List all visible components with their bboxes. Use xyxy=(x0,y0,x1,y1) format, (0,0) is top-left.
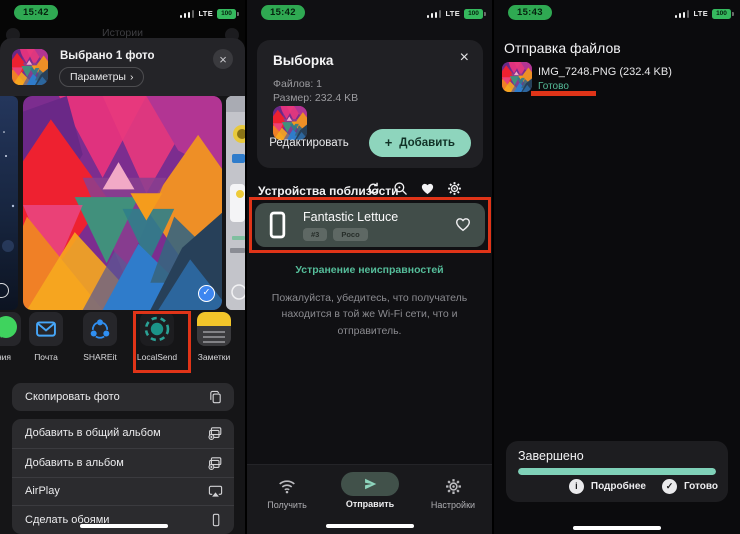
notes-icon xyxy=(197,312,231,346)
selected-photo-thumbnail xyxy=(12,49,48,85)
photo-carousel: ✓ xyxy=(0,96,245,310)
chevron-right-icon: › xyxy=(130,71,134,83)
home-indicator[interactable] xyxy=(80,524,168,528)
messages-icon xyxy=(0,312,21,346)
airplay-icon xyxy=(208,484,223,499)
signal-icon xyxy=(675,10,690,18)
status-bar: 15:42 LTE 100 xyxy=(247,4,492,22)
wifi-hint-text: Пожалуйста, убедитесь, что получатель на… xyxy=(264,290,475,339)
adjacent-photo-left[interactable] xyxy=(0,96,18,310)
photo-selected-check-icon: ✓ xyxy=(198,285,215,302)
annotation-box-localsend xyxy=(133,311,191,373)
status-time: 15:43 xyxy=(508,5,552,20)
progress-bar xyxy=(518,468,716,475)
album-add-icon xyxy=(207,455,223,471)
action-add-shared-album[interactable]: Добавить в общий альбом xyxy=(12,419,234,448)
tab-receive[interactable]: Получить xyxy=(247,465,327,510)
gear-icon xyxy=(413,475,493,497)
troubleshoot-link[interactable]: Устранение неисправностей xyxy=(247,264,492,276)
done-button[interactable]: ✓ Готово xyxy=(662,479,718,494)
info-icon: i xyxy=(569,479,584,494)
scan-address-icon[interactable] xyxy=(393,181,408,196)
app-messages[interactable]: ния xyxy=(0,312,21,346)
action-copy-photo[interactable]: Скопировать фото xyxy=(12,383,234,411)
files-count: Файлов: 1 xyxy=(273,78,322,90)
mail-icon xyxy=(29,312,63,346)
action-set-wallpaper[interactable]: Сделать обоями xyxy=(12,505,234,534)
app-notes[interactable]: Заметки xyxy=(197,312,231,346)
selection-title: Выборка xyxy=(273,53,333,68)
close-icon[interactable]: × xyxy=(460,49,469,67)
wallpaper-phone-icon xyxy=(209,513,223,528)
panel-share-sheet: 15:42 LTE 100 Истории Выбрано 1 фото Пар… xyxy=(0,0,246,534)
wifi-icon xyxy=(247,475,327,497)
favorites-heart-icon[interactable] xyxy=(420,181,435,196)
share-apps-row: ния Почта xyxy=(0,312,245,374)
status-time: 15:42 xyxy=(14,5,58,20)
share-sheet-header: Выбрано 1 фото Параметры › × xyxy=(0,38,245,96)
selection-card: Выборка × Файлов: 1 Размер: 232.4 KB Ред… xyxy=(257,40,483,168)
close-icon[interactable]: × xyxy=(213,49,233,69)
progress-fill xyxy=(518,468,716,475)
annotation-underline xyxy=(531,91,596,96)
action-add-album[interactable]: Добавить в альбом xyxy=(12,448,234,477)
edit-button[interactable]: Редактировать xyxy=(269,137,348,149)
tab-settings[interactable]: Настройки xyxy=(413,465,493,510)
status-bar: 15:43 LTE 100 xyxy=(494,4,740,22)
check-icon: ✓ xyxy=(662,479,677,494)
battery-icon: 100 xyxy=(464,9,483,19)
battery-icon: 100 xyxy=(217,9,236,19)
share-sheet-title: Выбрано 1 фото xyxy=(60,50,155,62)
screenshot-canvas: 15:42 LTE 100 Истории Выбрано 1 фото Пар… xyxy=(0,0,740,534)
panel-localsend-progress: 15:43 LTE 100 Отправка файлов IMG_7248.P… xyxy=(494,0,740,534)
shareit-icon xyxy=(83,312,117,346)
action-group: Добавить в общий альбом Добавить в альбо… xyxy=(12,419,234,534)
files-size: Размер: 232.4 KB xyxy=(273,92,358,104)
file-name: IMG_7248.PNG (232.4 KB) xyxy=(538,66,672,78)
app-mail[interactable]: Почта xyxy=(29,312,63,346)
refresh-icon[interactable] xyxy=(366,181,381,196)
completed-title: Завершено xyxy=(518,449,584,463)
details-button[interactable]: i Подробнее xyxy=(569,479,646,494)
options-button[interactable]: Параметры › xyxy=(59,67,144,87)
copy-icon xyxy=(208,390,223,405)
status-time: 15:42 xyxy=(261,5,305,20)
share-sheet: Выбрано 1 фото Параметры › × xyxy=(0,38,245,534)
file-thumbnail xyxy=(502,62,532,92)
gear-icon[interactable] xyxy=(447,181,462,196)
shared-album-icon xyxy=(207,425,223,441)
battery-icon: 100 xyxy=(712,9,731,19)
plus-icon: + xyxy=(385,138,393,148)
signal-icon xyxy=(180,10,195,18)
selected-photo[interactable]: ✓ xyxy=(23,96,222,310)
status-bar: 15:42 LTE 100 xyxy=(0,4,245,22)
network-type: LTE xyxy=(445,9,460,18)
action-airplay[interactable]: AirPlay xyxy=(12,477,234,506)
panel-localsend-send: 15:42 LTE 100 Выборка × Файлов: 1 Размер… xyxy=(247,0,493,534)
annotation-box-device xyxy=(249,197,491,253)
app-shareit[interactable]: SHAREit xyxy=(83,312,117,346)
send-icon xyxy=(341,472,399,496)
signal-icon xyxy=(427,10,442,18)
add-button[interactable]: + Добавить xyxy=(369,129,471,157)
tab-send-active[interactable]: Отправить xyxy=(330,465,410,509)
adjacent-photo-right[interactable] xyxy=(226,96,245,310)
home-indicator[interactable] xyxy=(326,524,414,528)
page-title: Отправка файлов xyxy=(504,40,621,56)
network-type: LTE xyxy=(693,9,708,18)
home-indicator[interactable] xyxy=(573,526,661,530)
network-type: LTE xyxy=(198,9,213,18)
completed-card: Завершено i Подробнее ✓ Готово xyxy=(506,441,728,502)
